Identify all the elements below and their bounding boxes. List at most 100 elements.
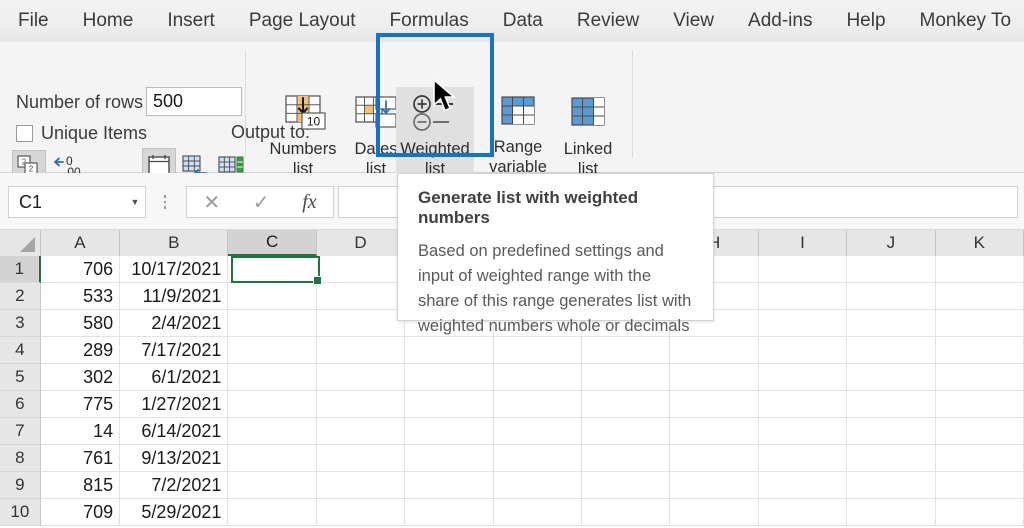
cell-D5[interactable] [316,364,406,391]
tab-data[interactable]: Data [486,0,560,42]
cell-G6[interactable] [581,391,671,418]
cell-H6[interactable] [670,391,759,418]
cell-B6[interactable]: 1/27/2021 [120,391,229,418]
cell-C10[interactable] [228,499,317,526]
cell-B9[interactable]: 7/2/2021 [120,472,229,499]
name-box[interactable]: C1 ▼ [8,186,146,218]
tab-formulas[interactable]: Formulas [373,0,486,42]
cancel-icon[interactable]: ✕ [203,190,220,215]
linked-list-button[interactable]: Linked list [552,87,624,185]
cell-F4[interactable] [493,337,582,364]
tab-monkey-tools[interactable]: Monkey To [903,0,1024,42]
cell-K10[interactable] [935,499,1024,526]
cell-B1[interactable]: 10/17/2021 [120,256,229,283]
row-header-3[interactable]: 3 [0,310,41,337]
cell-J5[interactable] [847,364,936,391]
cell-K5[interactable] [935,364,1024,391]
cell-J1[interactable] [847,256,936,283]
cell-K7[interactable] [935,418,1024,445]
cell-C6[interactable] [228,391,317,418]
cell-G8[interactable] [581,445,671,472]
cell-E5[interactable] [405,364,494,391]
tab-add-ins[interactable]: Add-ins [731,0,829,42]
cell-F9[interactable] [493,472,582,499]
cell-D9[interactable] [316,472,406,499]
column-header-j[interactable]: J [847,230,936,256]
cell-J6[interactable] [847,391,936,418]
checkbox-box[interactable] [16,125,33,142]
cell-G9[interactable] [581,472,671,499]
cell-A1[interactable]: 706 [40,256,121,283]
cell-E10[interactable] [405,499,494,526]
cell-K2[interactable] [935,283,1024,310]
cell-G4[interactable] [581,337,671,364]
row-header-4[interactable]: 4 [0,337,41,364]
column-header-d[interactable]: D [316,230,406,256]
cell-H7[interactable] [670,418,759,445]
cell-C9[interactable] [228,472,317,499]
cell-A3[interactable]: 580 [40,310,121,337]
cell-D6[interactable] [316,391,406,418]
cell-H9[interactable] [670,472,759,499]
tab-insert[interactable]: Insert [150,0,232,42]
cell-K4[interactable] [935,337,1024,364]
cell-D2[interactable] [316,283,406,310]
cell-B4[interactable]: 7/17/2021 [120,337,229,364]
cell-I6[interactable] [758,391,848,418]
tab-view[interactable]: View [656,0,731,42]
cell-B10[interactable]: 5/29/2021 [120,499,229,526]
cell-A6[interactable]: 775 [40,391,121,418]
cell-A2[interactable]: 533 [40,283,121,310]
cell-H4[interactable] [670,337,759,364]
cell-A8[interactable]: 761 [40,445,121,472]
cell-E8[interactable] [405,445,494,472]
row-header-1[interactable]: 1 [0,256,41,283]
row-header-9[interactable]: 9 [0,472,41,499]
cell-I8[interactable] [758,445,848,472]
tab-file[interactable]: File [0,0,66,42]
cell-K3[interactable] [935,310,1024,337]
cell-G10[interactable] [581,499,671,526]
cell-K8[interactable] [935,445,1024,472]
cell-C4[interactable] [228,337,317,364]
cell-I3[interactable] [758,310,848,337]
cell-E6[interactable] [405,391,494,418]
cell-F5[interactable] [493,364,582,391]
cell-C1[interactable] [228,256,317,283]
cell-G7[interactable] [581,418,671,445]
cell-A4[interactable]: 289 [40,337,121,364]
cell-C3[interactable] [228,310,317,337]
cell-K1[interactable] [935,256,1024,283]
cell-I5[interactable] [758,364,848,391]
cell-A7[interactable]: 14 [40,418,121,445]
row-header-10[interactable]: 10 [0,499,41,526]
cell-J7[interactable] [847,418,936,445]
numbers-list-button[interactable]: 10 Numbers list [267,87,339,185]
column-header-b[interactable]: B [120,230,229,256]
tab-review[interactable]: Review [560,0,656,42]
column-header-c[interactable]: C [228,230,317,256]
cell-J4[interactable] [847,337,936,364]
cell-B2[interactable]: 11/9/2021 [120,283,229,310]
cell-I2[interactable] [758,283,848,310]
tab-home[interactable]: Home [66,0,151,42]
cell-F8[interactable] [493,445,582,472]
tab-help[interactable]: Help [829,0,902,42]
cell-B8[interactable]: 9/13/2021 [120,445,229,472]
cell-C7[interactable] [228,418,317,445]
cell-E9[interactable] [405,472,494,499]
cell-G5[interactable] [581,364,671,391]
cell-J9[interactable] [847,472,936,499]
cell-I1[interactable] [758,256,848,283]
cell-D4[interactable] [316,337,406,364]
cell-D7[interactable] [316,418,406,445]
cell-C8[interactable] [228,445,317,472]
cell-B7[interactable]: 6/14/2021 [120,418,229,445]
cell-D1[interactable] [316,256,406,283]
cell-A9[interactable]: 815 [40,472,121,499]
cell-F10[interactable] [493,499,582,526]
weighted-list-button[interactable]: Weighted list [396,87,474,185]
cell-D10[interactable] [316,499,406,526]
select-all-corner[interactable] [0,230,41,256]
cell-F6[interactable] [493,391,582,418]
